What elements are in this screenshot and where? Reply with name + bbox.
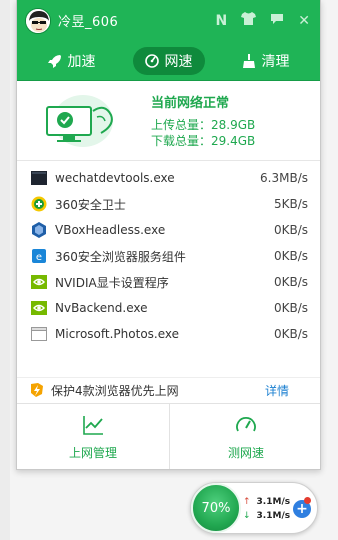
process-speed: 0KB/s	[273, 249, 308, 263]
process-list: wechatdevtools.exe 6.3MB/s 360安全卫士 5KB/s…	[17, 161, 320, 347]
speedometer-icon	[144, 53, 159, 68]
avatar[interactable]	[25, 7, 51, 34]
process-speed: 0KB/s	[273, 223, 308, 237]
memory-percent-ball[interactable]: 70%	[191, 483, 241, 533]
upload-arrow-icon: ↑	[243, 497, 251, 507]
n-icon[interactable]: N	[216, 13, 228, 29]
process-speed: 6.3MB/s	[260, 171, 308, 185]
process-speed: 5KB/s	[273, 197, 308, 211]
terminal-icon	[31, 170, 47, 186]
chart-line-icon	[83, 415, 103, 435]
tab-label: 网速	[164, 53, 193, 70]
process-speed: 0KB/s	[273, 327, 308, 341]
speed-test-label: 测网速	[227, 445, 264, 460]
nvidia-icon	[31, 274, 47, 290]
rocket-icon	[47, 54, 61, 68]
bolt-shield-icon	[31, 383, 43, 397]
process-name: VBoxHeadless.exe	[55, 223, 166, 237]
network-monitor-icon	[39, 93, 117, 149]
ball-rates: ↑ 3.1M/s ↓ 3.1M/s	[243, 495, 290, 523]
process-speed: 0KB/s	[273, 301, 308, 315]
process-name: wechatdevtools.exe	[55, 171, 175, 185]
list-item[interactable]: NvBackend.exe 0KB/s	[17, 295, 320, 321]
floating-speed-ball[interactable]: 70% ↑ 3.1M/s ↓ 3.1M/s +	[190, 482, 318, 534]
virtualbox-icon	[31, 222, 47, 238]
tab-clean[interactable]: 清理	[230, 47, 302, 75]
net-manage-button[interactable]: 上网管理	[17, 404, 169, 469]
process-name: Microsoft.Photos.exe	[55, 327, 180, 341]
svg-text:e: e	[36, 252, 42, 263]
title-bar: 冷昱_606 N ✕	[17, 0, 320, 41]
details-link[interactable]: 详情	[265, 382, 289, 399]
nvidia-icon	[31, 300, 47, 316]
process-name: NvBackend.exe	[55, 301, 148, 315]
list-item[interactable]: e 360安全浏览器服务组件 0KB/s	[17, 243, 320, 269]
window-icon	[31, 326, 47, 342]
protect-text: 保护4款浏览器优先上网	[51, 383, 179, 398]
notification-dot	[304, 497, 311, 504]
network-status: 当前网络正常 上传总量：28.9GB 下载总量：29.4GB	[17, 81, 320, 161]
background-strip	[0, 0, 10, 540]
download-arrow-icon: ↓	[243, 511, 251, 521]
tab-label: 加速	[67, 53, 96, 70]
tab-bar: 加速 网速 清理	[17, 41, 320, 81]
ball-upload-rate: 3.1M/s	[256, 497, 291, 507]
list-item[interactable]: wechatdevtools.exe 6.3MB/s	[17, 165, 320, 191]
browser-protect-bar: 保护4款浏览器优先上网 详情	[17, 377, 320, 402]
tab-netspeed[interactable]: 网速	[132, 46, 205, 75]
broom-icon	[242, 53, 255, 68]
list-item[interactable]: VBoxHeadless.exe 0KB/s	[17, 217, 320, 243]
process-name: 360安全卫士	[55, 197, 126, 212]
chat-icon[interactable]	[270, 13, 284, 29]
net-manage-label: 上网管理	[68, 445, 117, 460]
list-item[interactable]: NVIDIA显卡设置程序 0KB/s	[17, 269, 320, 295]
status-title: 当前网络正常	[151, 96, 230, 111]
process-speed: 0KB/s	[273, 275, 308, 289]
tab-label: 清理	[261, 53, 290, 70]
360-browser-icon: e	[31, 248, 47, 264]
ball-download-rate: 3.1M/s	[256, 511, 291, 521]
download-total: 下载总量：29.4GB	[151, 134, 256, 148]
close-icon[interactable]: ✕	[298, 13, 310, 29]
upload-total: 上传总量：28.9GB	[151, 118, 256, 132]
process-name: NVIDIA显卡设置程序	[55, 275, 169, 290]
tab-accelerate[interactable]: 加速	[36, 47, 108, 75]
traffic-panel: 冷昱_606 N ✕ 加速 网速 清理 当前网络正常 上传总量：28.9GB 下…	[16, 0, 321, 470]
process-name: 360安全浏览器服务组件	[55, 249, 186, 264]
status-text: 当前网络正常 上传总量：28.9GB 下载总量：29.4GB	[151, 92, 255, 149]
username: 冷昱_606	[58, 15, 119, 30]
list-item[interactable]: 360安全卫士 5KB/s	[17, 191, 320, 217]
bottom-actions: 上网管理 测网速	[17, 403, 320, 469]
shirt-icon[interactable]	[241, 12, 257, 29]
title-icons: N ✕	[216, 12, 320, 29]
list-item[interactable]: Microsoft.Photos.exe 0KB/s	[17, 321, 320, 347]
speed-test-button[interactable]: 测网速	[169, 404, 320, 469]
gauge-icon	[236, 416, 256, 431]
360-shield-icon	[31, 196, 47, 212]
